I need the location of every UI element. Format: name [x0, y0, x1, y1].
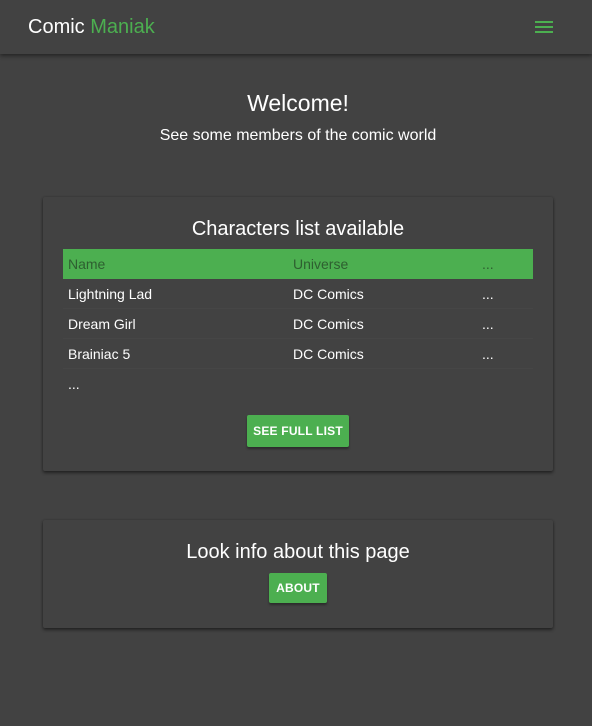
header-name: Name: [68, 256, 106, 272]
cell-more: ...: [482, 346, 494, 362]
welcome-title: Welcome!: [247, 90, 349, 116]
menu-bar: [535, 31, 553, 33]
cell-name: Brainiac 5: [68, 346, 131, 362]
about-card-title: Look info about this page: [186, 541, 410, 563]
cell-more: ...: [482, 286, 494, 302]
table-row: Brainiac 5 DC Comics ...: [63, 339, 533, 369]
about-card: Look info about this page About: [43, 520, 553, 628]
cell-universe: DC Comics: [293, 286, 364, 302]
table-ellipsis-row: ...: [63, 369, 533, 399]
welcome-subtitle: See some members of the comic world: [159, 127, 437, 144]
see-full-list-button[interactable]: See full list: [247, 415, 349, 447]
characters-card: Characters list available Name Universe …: [43, 197, 553, 471]
cell-universe: DC Comics: [293, 316, 364, 332]
brand-logo[interactable]: Comic Maniak: [28, 14, 155, 40]
about-button[interactable]: About: [269, 573, 327, 603]
cell-universe: DC Comics: [293, 346, 364, 362]
cell-name: Lightning Lad: [68, 286, 153, 302]
hamburger-menu-icon[interactable]: [528, 12, 560, 42]
table-ellipsis: ...: [68, 376, 80, 392]
navbar: Comic Maniak: [0, 0, 592, 54]
menu-bar: [535, 21, 553, 23]
cell-more: ...: [482, 316, 494, 332]
header-more: ...: [482, 256, 494, 272]
cell-name: Dream Girl: [68, 316, 136, 332]
table-row: Dream Girl DC Comics ...: [63, 309, 533, 339]
menu-bar: [535, 26, 553, 28]
table-header-row: Name Universe ...: [63, 249, 533, 279]
brand-first: Comic: [28, 16, 85, 38]
characters-table: Name Universe ... Lightning Lad DC Comic…: [63, 249, 533, 399]
characters-card-title: Characters list available: [191, 218, 405, 240]
brand-second: Maniak: [90, 16, 155, 38]
table-row: Lightning Lad DC Comics ...: [63, 279, 533, 309]
header-universe: Universe: [293, 256, 349, 272]
